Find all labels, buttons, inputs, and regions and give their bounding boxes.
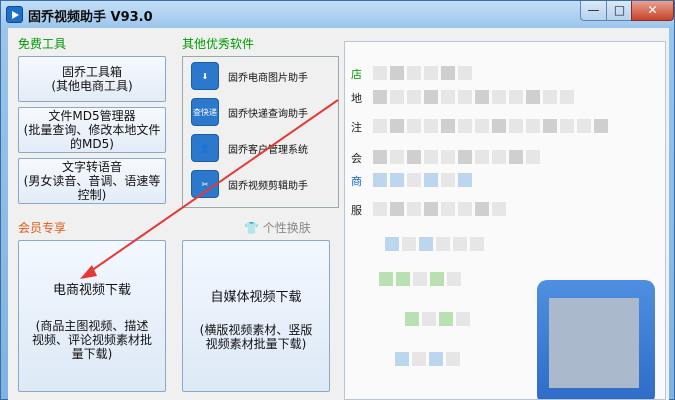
toolbox-button-line2: (其他电商工具) [51,79,133,93]
shirt-icon: 👕 [244,221,259,235]
app-window: 固乔视频助手 V93.0 — □ ✕ 免费工具 固乔工具箱 (其他电商工具) 文… [0,0,675,400]
blurred-content [373,119,608,133]
preview-side-char: 地 [351,92,362,105]
preview-panel: 店 地 注 会 商 服 [344,41,666,400]
other-software-label: 其他优秀软件 [182,37,255,51]
blurred-content [379,272,461,286]
md5-manager-button[interactable]: 文件MD5管理器 (批量查询、修改本地文件 的MD5) [18,107,166,153]
main-client-area: 免费工具 固乔工具箱 (其他电商工具) 文件MD5管理器 (批量查询、修改本地文… [8,28,669,400]
preview-side-char: 会 [351,152,362,165]
title-bar[interactable]: 固乔视频助手 V93.0 — □ ✕ [1,1,674,28]
text-to-speech-button[interactable]: 文字转语音 (男女读音、音调、语速等 控制) [18,158,166,204]
software-item-video-editor[interactable]: ✂ 固乔视频剪辑助手 [191,170,336,198]
phone-image [537,280,655,399]
window-title: 固乔视频助手 V93.0 [28,10,153,25]
free-tools-label: 免费工具 [18,37,67,51]
download-icon: ⬇ [191,62,219,90]
preview-side-char: 商 [351,175,362,188]
md5-button-line3: 的MD5) [70,137,114,151]
member-label: 会员专享 [18,221,67,235]
preview-side-char: 店 [351,68,362,81]
tts-button-line1: 文字转语音 [61,160,122,174]
blurred-content [373,150,540,164]
skin-change-link[interactable]: 👕 个性换肤 [244,219,311,236]
ecommerce-video-desc1: (商品主图视频、描述 [35,319,149,333]
preview-side-char: 服 [351,204,362,217]
software-name: 固乔客户管理系统 [228,145,308,156]
software-name: 固乔视频剪辑助手 [228,181,308,192]
software-item-image-helper[interactable]: ⬇ 固乔电商图片助手 [191,62,336,90]
blurred-content [373,202,506,216]
scissors-icon: ✂ [191,170,219,198]
tts-button-line2: (男女读音、音调、语速等 [23,174,161,188]
software-name: 固乔电商图片助手 [228,73,308,84]
software-item-customer-system[interactable]: 👤 固乔客户管理系统 [191,134,336,162]
media-video-title: 自媒体视频下载 [210,290,302,305]
toolbox-button-line1: 固乔工具箱 [61,65,122,79]
blurred-content [373,173,472,187]
ecommerce-video-title: 电商视频下载 [52,283,131,298]
media-video-desc2: 视频素材批量下载) [205,337,307,351]
maximize-button[interactable]: □ [606,1,633,21]
blurred-content [385,237,484,251]
blurred-content [373,90,574,104]
close-button[interactable]: ✕ [631,1,674,21]
software-name: 固乔快递查询助手 [228,109,308,120]
customer-icon: 👤 [191,134,219,162]
skin-label: 个性换肤 [262,221,311,235]
media-video-desc1: (横版视频素材、竖版 [199,323,313,337]
ecommerce-video-desc3: 量下载) [71,347,113,361]
blurred-content [395,352,460,366]
app-logo-icon [6,6,23,23]
software-item-express-helper[interactable]: 查快递 固乔快递查询助手 [191,98,336,126]
blurred-content [405,312,470,326]
toolbox-button[interactable]: 固乔工具箱 (其他电商工具) [18,56,166,102]
ecommerce-video-download-button[interactable]: 电商视频下载 (商品主图视频、描述 视频、评论视频素材批 量下载) [18,240,166,392]
md5-button-line2: (批量查询、修改本地文件 [23,123,161,137]
media-video-download-button[interactable]: 自媒体视频下载 (横版视频素材、竖版 视频素材批量下载) [182,240,330,392]
other-software-panel: ⬇ 固乔电商图片助手 查快递 固乔快递查询助手 👤 固乔客户管理系统 ✂ 固乔视… [182,56,339,208]
tts-button-line3: 控制) [77,188,107,202]
ecommerce-video-desc2: 视频、评论视频素材批 [31,333,152,347]
blurred-content [373,66,472,80]
minimize-button[interactable]: — [580,1,607,21]
phone-screen [549,298,639,388]
preview-side-char: 注 [351,121,362,134]
express-search-icon: 查快递 [191,98,219,126]
md5-button-line1: 文件MD5管理器 [48,109,136,123]
